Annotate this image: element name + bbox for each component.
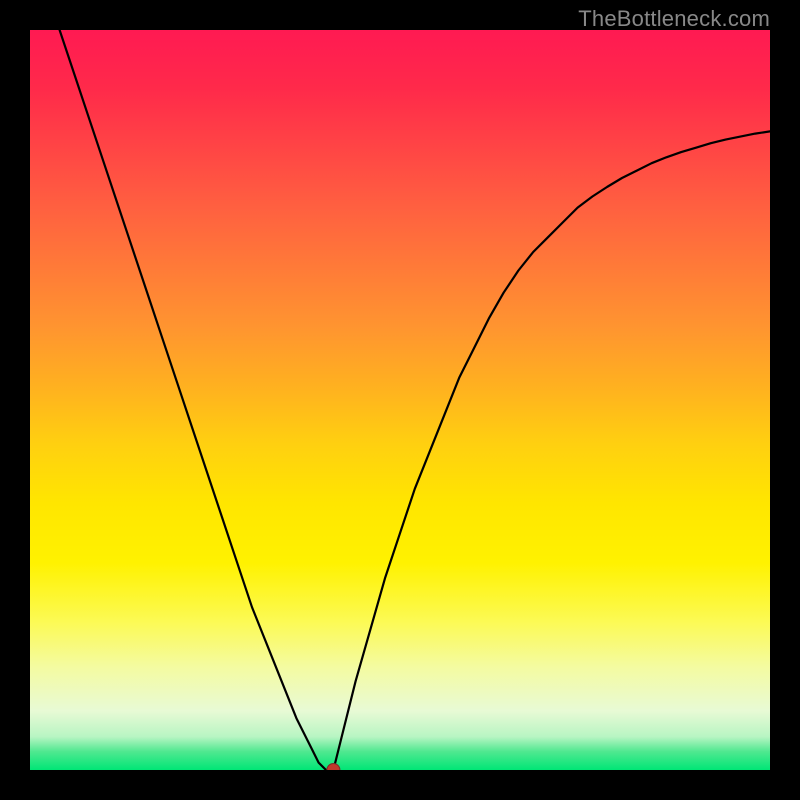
chart-frame: TheBottleneck.com xyxy=(0,0,800,800)
chart-plot-area xyxy=(30,30,770,770)
bottleneck-curve xyxy=(60,30,770,770)
attribution-label: TheBottleneck.com xyxy=(578,6,770,32)
minimum-marker xyxy=(327,764,340,771)
chart-curve-svg xyxy=(30,30,770,770)
